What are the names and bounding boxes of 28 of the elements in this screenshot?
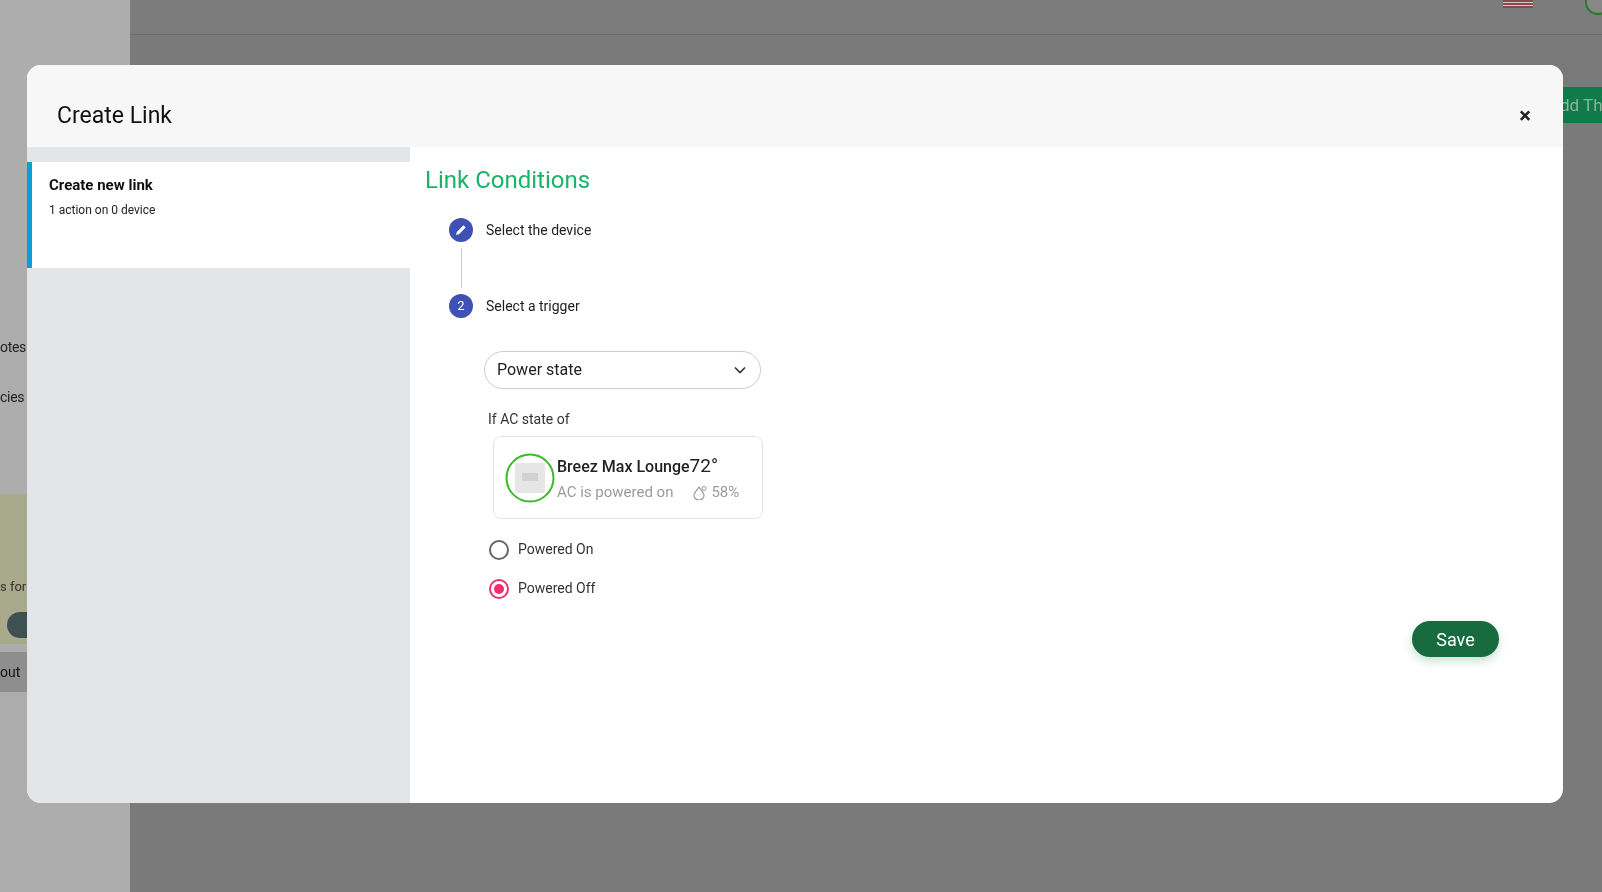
section-heading: Link Conditions: [425, 165, 592, 196]
menu-item[interactable]: cies: [0, 387, 25, 408]
radio-button[interactable]: [489, 578, 509, 599]
logout-item[interactable]: out: [0, 652, 30, 692]
temperature: 72°: [689, 452, 719, 479]
item-subtitle: 1 action on 0 device: [49, 201, 157, 219]
pencil-icon: [449, 218, 473, 242]
device-status: AC is powered on: [557, 482, 674, 503]
device-name: Breez Max Lounge: [557, 455, 690, 478]
item-title: Create new link: [49, 175, 154, 196]
radio-button[interactable]: [489, 539, 509, 560]
save-button[interactable]: Save: [1412, 621, 1499, 657]
dialog-title: Create Link: [57, 100, 173, 131]
step-label: Select the device: [486, 220, 592, 240]
banner-text: s for: [0, 578, 27, 596]
close-button[interactable]: ×: [1519, 105, 1531, 127]
radio-label: Powered Off: [518, 579, 596, 598]
chevron-down-icon: [734, 366, 746, 374]
menu-item[interactable]: otes: [0, 337, 26, 358]
humidity: 58%: [711, 482, 740, 503]
step-number: 2: [449, 294, 473, 318]
condition-label: If AC state of: [488, 410, 571, 429]
flag-icon[interactable]: [1503, 0, 1533, 8]
radio-label: Powered On: [518, 540, 594, 559]
sidebar-item[interactable]: Create new link 1 action on 0 device: [27, 162, 410, 268]
step-label: Select a trigger: [486, 296, 580, 316]
thermostat-icon: [505, 452, 555, 503]
droplet-icon: [693, 484, 708, 500]
